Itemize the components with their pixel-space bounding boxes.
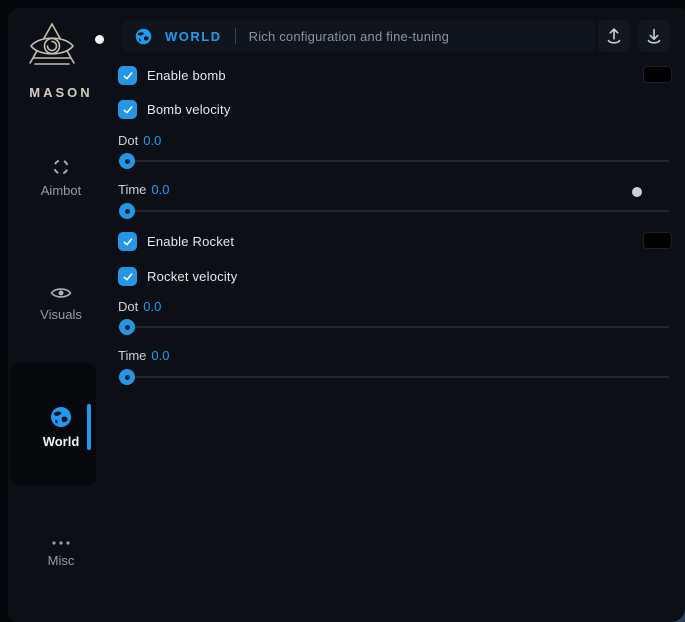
import-config-button[interactable] [598,20,630,52]
checkbox-label: Enable bomb [147,68,226,83]
cursor-dot [632,187,642,197]
slider-value: 0.0 [143,133,161,148]
check-icon [122,70,134,82]
sidebar-item-aimbot[interactable]: Aimbot [8,157,114,198]
slider-name: Dot [118,133,138,148]
bomb-time-slider-track[interactable] [118,210,669,212]
rocket-dot-slider-handle[interactable] [119,319,135,335]
globe-icon [50,406,72,428]
rocket-dot-slider-label: Dot 0.0 [118,299,161,314]
check-icon [122,271,134,283]
globe-icon [135,28,152,45]
slider-value: 0.0 [143,299,161,314]
enable-bomb-checkbox[interactable] [118,66,137,85]
sidebar-item-misc[interactable]: Misc [8,539,114,568]
bomb-dot-slider-handle[interactable] [119,153,135,169]
mason-eye-pyramid-logo [25,20,79,78]
enable-bomb-row: Enable bomb [118,66,226,85]
rocket-time-slider-track[interactable] [118,376,669,378]
current-tab-title: WORLD [165,29,222,44]
header-subtitle: Rich configuration and fine-tuning [249,29,449,44]
bomb-dot-slider-track[interactable] [118,160,669,162]
check-icon [122,104,134,116]
header-separator [235,28,236,44]
sidebar-item-world[interactable]: World [8,406,114,449]
sidebar-item-label: Aimbot [41,183,81,198]
sidebar: MASON Aimbot Visuals World [8,8,114,622]
rocket-time-slider-label: Time 0.0 [118,348,169,363]
bomb-velocity-row: Bomb velocity [118,100,231,119]
bomb-time-slider-handle[interactable] [119,203,135,219]
cursor-dot [95,35,104,44]
upload-icon [603,25,625,47]
rocket-time-slider-handle[interactable] [119,369,135,385]
checkbox-label: Enable Rocket [147,234,234,249]
check-icon [122,236,134,248]
slider-value: 0.0 [151,348,169,363]
sidebar-item-label: Visuals [40,307,82,322]
checkbox-label: Rocket velocity [147,269,237,284]
rocket-velocity-checkbox[interactable] [118,267,137,286]
crosshair-icon [51,157,71,177]
slider-value: 0.0 [151,182,169,197]
mason-menu-window: MASON Aimbot Visuals World [8,8,685,622]
sidebar-item-label: World [43,434,80,449]
rocket-velocity-row: Rocket velocity [118,267,237,286]
download-icon [643,25,665,47]
bomb-dot-slider-label: Dot 0.0 [118,133,161,148]
bomb-time-slider-label: Time 0.0 [118,182,169,197]
enable-rocket-row: Enable Rocket [118,232,234,251]
export-config-button[interactable] [638,20,670,52]
slider-name: Time [118,348,146,363]
checkbox-label: Bomb velocity [147,102,231,117]
enable-rocket-checkbox[interactable] [118,232,137,251]
bomb-color-swatch[interactable] [643,66,672,83]
slider-name: Time [118,182,146,197]
sidebar-item-visuals[interactable]: Visuals [8,285,114,322]
rocket-color-swatch[interactable] [643,232,672,249]
ellipsis-icon [50,539,72,547]
brand-name: MASON [8,85,114,100]
rocket-dot-slider-track[interactable] [118,326,669,328]
eye-icon [50,285,72,301]
sidebar-item-label: Misc [48,553,75,568]
bomb-velocity-checkbox[interactable] [118,100,137,119]
header-bar: WORLD Rich configuration and fine-tuning [122,20,595,52]
slider-name: Dot [118,299,138,314]
